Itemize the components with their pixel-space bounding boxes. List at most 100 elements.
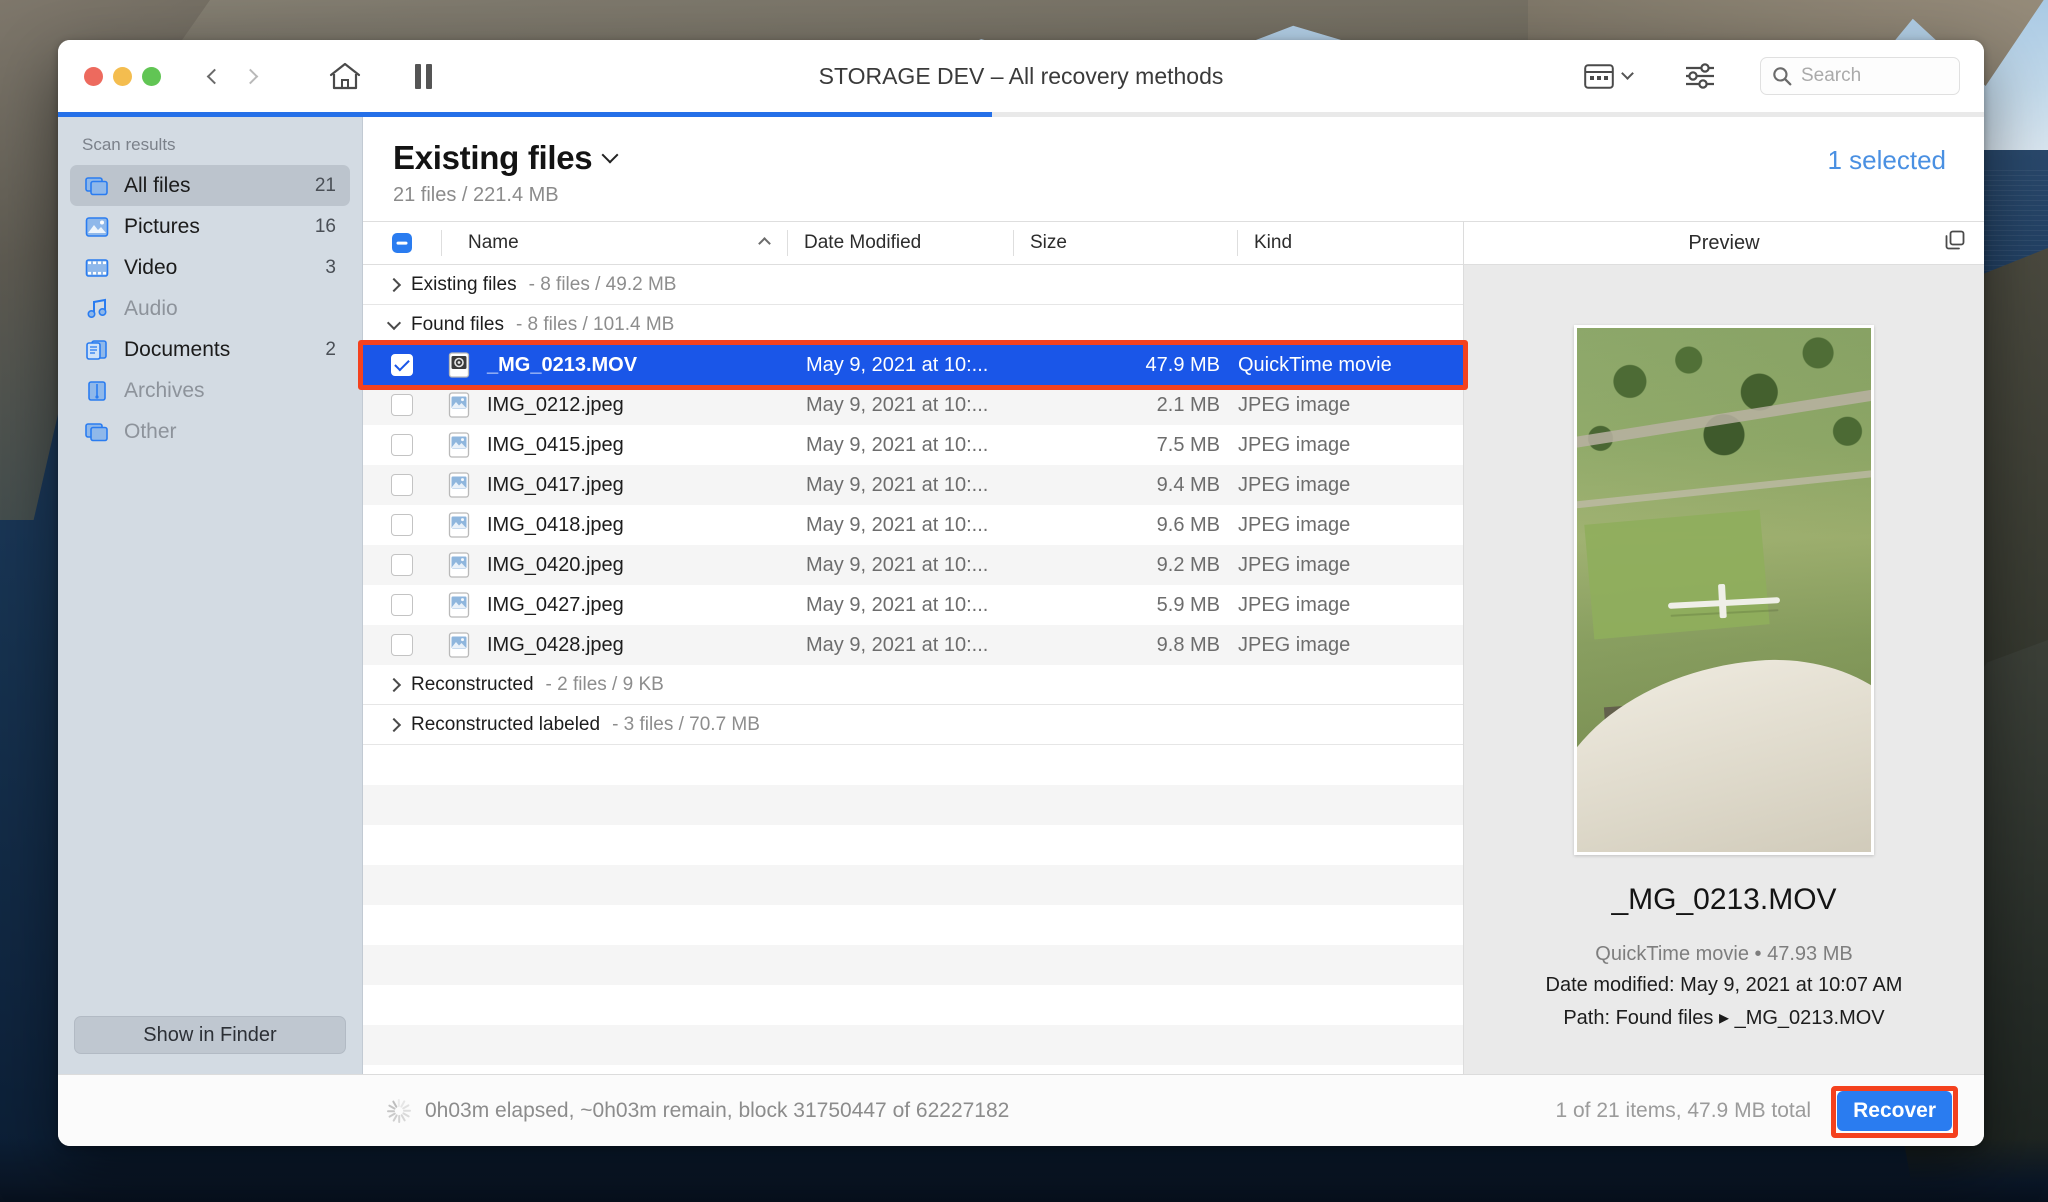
chevron-right-icon[interactable] — [386, 277, 402, 292]
sidebar-item-label: Video — [124, 255, 178, 279]
chevron-down-icon[interactable] — [601, 146, 619, 164]
row-date-modified: May 9, 2021 at 10:... — [806, 473, 989, 496]
picture-icon — [84, 215, 110, 239]
row-name: _MG_0213.MOV — [487, 353, 638, 376]
row-kind: JPEG image — [1238, 593, 1351, 616]
table-row[interactable]: IMG_0415.jpeg May 9, 2021 at 10:... 7.5 MB… — [363, 425, 1463, 465]
column-header-date[interactable]: Date Modified — [788, 232, 1013, 254]
table-row[interactable]: IMG_0417.jpeg May 9, 2021 at 10:... 9.4 MB… — [363, 465, 1463, 505]
empty-row — [363, 865, 1463, 905]
sidebar-item-pictures[interactable]: Pictures 16 — [70, 206, 350, 247]
row-kind: JPEG image — [1238, 513, 1351, 536]
sidebar-item-list: All files 21 Pictures 16 Video 3 Audio Document… — [58, 165, 362, 452]
home-button[interactable] — [325, 56, 365, 96]
checkbox-icon[interactable] — [391, 474, 413, 496]
files-icon — [84, 420, 110, 444]
sidebar-item-audio[interactable]: Audio — [70, 288, 350, 329]
archive-icon — [84, 379, 110, 403]
sidebar-item-documents[interactable]: Documents 2 — [70, 329, 350, 370]
row-checkbox[interactable] — [363, 474, 441, 496]
table-row[interactable]: IMG_0420.jpeg May 9, 2021 at 10:... 9.2 MB… — [363, 545, 1463, 585]
wallpaper-shore — [0, 1138, 2048, 1202]
back-button[interactable] — [195, 59, 229, 93]
table-row[interactable]: IMG_0428.jpeg May 9, 2021 at 10:... 9.8 MB… — [363, 625, 1463, 665]
sidebar-item-label: Archives — [124, 378, 205, 402]
detach-preview-button[interactable] — [1944, 229, 1966, 257]
mixed-checkbox-icon[interactable] — [390, 231, 414, 255]
preview-body: _MG_0213.MOV QuickTime movie • 47.93 MB … — [1464, 265, 1984, 1074]
search-input[interactable]: Search — [1760, 57, 1960, 95]
empty-row — [363, 825, 1463, 865]
group-row[interactable]: Found files - 8 files / 101.4 MB — [363, 305, 1463, 345]
sidebar-title: Scan results — [82, 135, 176, 154]
select-all-cell[interactable] — [363, 231, 441, 255]
sidebar-item-archives[interactable]: Archives — [70, 370, 350, 411]
row-checkbox[interactable] — [363, 434, 441, 456]
row-checkbox[interactable] — [363, 554, 441, 576]
toolbar-right-group: Search — [1578, 57, 1960, 95]
sidebar-item-video[interactable]: Video 3 — [70, 247, 350, 288]
row-checkbox[interactable] — [363, 634, 441, 656]
show-in-finder-button[interactable]: Show in Finder — [74, 1016, 346, 1054]
row-name: IMG_0420.jpeg — [487, 553, 624, 576]
sidebar-item-label: Other — [124, 419, 177, 443]
recover-button[interactable]: Recover — [1837, 1090, 1952, 1131]
sidebar-item-other[interactable]: Other — [70, 411, 350, 452]
chevron-right-icon[interactable] — [386, 677, 402, 692]
row-checkbox[interactable] — [363, 594, 441, 616]
row-checkbox[interactable] — [363, 394, 441, 416]
page-title: Existing files — [393, 139, 593, 176]
forward-button[interactable] — [235, 59, 269, 93]
table-row[interactable]: IMG_0418.jpeg May 9, 2021 at 10:... 9.6 MB… — [363, 505, 1463, 545]
pause-button[interactable] — [415, 63, 432, 89]
column-header-name[interactable]: Name — [442, 232, 787, 254]
minimize-button[interactable] — [113, 66, 132, 86]
group-row-meta: - 2 files / 9 KB — [545, 673, 664, 695]
window-toolbar: STORAGE DEV – All recovery methods Searc… — [58, 40, 1984, 112]
row-date-modified: May 9, 2021 at 10:... — [806, 513, 989, 536]
row-checkbox[interactable] — [363, 514, 441, 536]
app-window: STORAGE DEV – All recovery methods Searc… — [58, 40, 1984, 1146]
preview-thumbnail[interactable] — [1574, 325, 1874, 855]
heading-row[interactable]: Existing files — [393, 139, 1827, 177]
checkbox-icon[interactable] — [391, 514, 413, 536]
checkbox-checked-icon[interactable] — [391, 354, 413, 376]
preview-path-label: Path: — [1563, 1007, 1611, 1029]
sidebar-item-label: All files — [124, 173, 191, 197]
table-row[interactable]: _MG_0213.MOV May 9, 2021 at 10:... 47.9 MB… — [363, 345, 1463, 385]
search-placeholder: Search — [1801, 65, 1862, 86]
row-checkbox[interactable] — [363, 354, 441, 376]
group-row-label: Reconstructed — [411, 673, 534, 695]
zoom-button[interactable] — [142, 66, 161, 86]
column-header-kind[interactable]: Kind — [1238, 232, 1463, 254]
group-row-label: Reconstructed labeled — [411, 713, 601, 735]
close-button[interactable] — [84, 66, 103, 86]
checkbox-icon[interactable] — [391, 434, 413, 456]
group-row[interactable]: Existing files - 8 files / 49.2 MB — [363, 265, 1463, 305]
table-row[interactable]: IMG_0212.jpeg May 9, 2021 at 10:... 2.1 MB… — [363, 385, 1463, 425]
column-header-size[interactable]: Size — [1014, 232, 1237, 254]
navigation-arrows — [195, 59, 269, 93]
empty-row — [363, 1025, 1463, 1065]
table-header: Name Date Modified Size Kind — [363, 221, 1463, 265]
chevron-down-icon[interactable] — [386, 315, 402, 330]
row-size: 9.4 MB — [1156, 473, 1220, 496]
row-date-modified: May 9, 2021 at 10:... — [806, 593, 989, 616]
checkbox-icon[interactable] — [391, 594, 413, 616]
checkbox-icon[interactable] — [391, 394, 413, 416]
group-row[interactable]: Reconstructed labeled - 3 files / 70.7 MB — [363, 705, 1463, 745]
empty-row — [363, 905, 1463, 945]
view-mode-button[interactable] — [1578, 60, 1638, 93]
row-kind: JPEG image — [1238, 473, 1351, 496]
filter-button[interactable] — [1684, 62, 1716, 90]
jpeg-file-icon — [441, 632, 477, 658]
documents-icon — [84, 338, 110, 362]
checkbox-icon[interactable] — [391, 634, 413, 656]
chevron-right-icon[interactable] — [386, 717, 402, 732]
checkbox-icon[interactable] — [391, 554, 413, 576]
sidebar-item-all-files[interactable]: All files 21 — [70, 165, 350, 206]
chevron-left-icon — [206, 68, 222, 84]
grid-view-icon — [1584, 63, 1614, 89]
table-row[interactable]: IMG_0427.jpeg May 9, 2021 at 10:... 5.9 MB… — [363, 585, 1463, 625]
group-row[interactable]: Reconstructed - 2 files / 9 KB — [363, 665, 1463, 705]
